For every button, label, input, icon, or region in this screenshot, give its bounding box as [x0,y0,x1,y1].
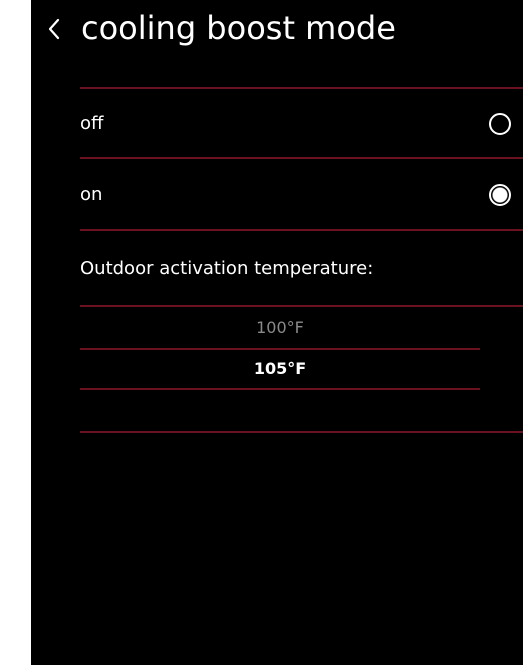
temperature-option-selected[interactable]: 105°F [80,358,480,380]
picker-selection-bottom-line [80,388,480,390]
divider [80,305,523,307]
activation-temperature-label: Outdoor activation temperature: [80,258,374,279]
chevron-left-icon [48,18,60,40]
option-on-row[interactable] [80,159,523,227]
divider [80,229,523,231]
page-title: cooling boost mode [81,9,396,47]
option-off-radio[interactable] [489,113,511,135]
picker-selection-top-line [80,348,480,350]
option-off-label: off [80,113,104,134]
option-on-radio[interactable] [489,184,511,206]
back-button[interactable] [44,14,64,44]
option-on-label: on [80,184,103,205]
option-off-row[interactable] [80,89,523,157]
divider [80,431,523,433]
screen: cooling boost mode off on Outdoor activa… [31,0,523,665]
temperature-option[interactable]: 100°F [80,317,480,339]
